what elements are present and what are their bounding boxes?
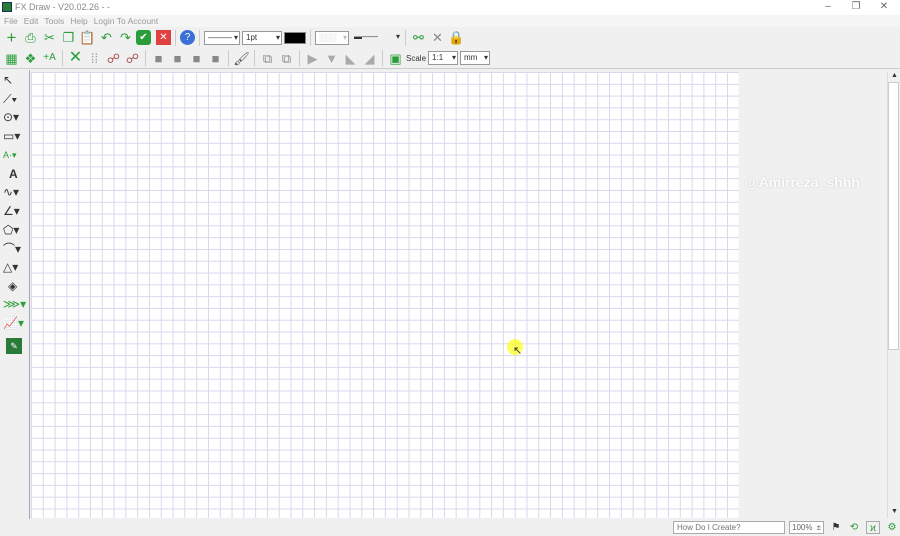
divider	[382, 50, 383, 66]
zoom-field[interactable]: 100% ±	[789, 521, 824, 534]
send-backward-icon[interactable]: ■	[188, 50, 205, 67]
triangle-tool-icon[interactable]: △▾	[3, 259, 27, 275]
menu-login[interactable]: Login To Account	[94, 15, 159, 27]
redo-icon[interactable]: ↷	[117, 29, 134, 46]
polygon-tool-icon[interactable]: ⬠▾	[3, 222, 27, 238]
menu-bar: File Edit Tools Help Login To Account	[0, 15, 900, 27]
fxsm-icon[interactable]: ✎	[6, 338, 22, 354]
label-icon[interactable]: +A	[41, 50, 58, 67]
flip-icon[interactable]: ◣	[342, 50, 359, 67]
window-title: FX Draw - V20.02.26 - -	[15, 2, 111, 12]
unit-dropdown[interactable]: mm	[460, 51, 491, 65]
divider	[254, 50, 255, 66]
link-icon[interactable]: ⚯	[410, 29, 427, 46]
flag-icon[interactable]: ⚑	[829, 521, 843, 534]
print-icon[interactable]: ⎙	[22, 29, 39, 46]
drawing-canvas[interactable]	[31, 72, 739, 518]
point-label-tool-icon[interactable]: A·▾	[3, 147, 27, 163]
divider	[299, 50, 300, 66]
line-width-dropdown[interactable]: 1pt	[242, 30, 282, 45]
format-painter-icon[interactable]: 🖌	[233, 50, 250, 67]
vector-tool-icon[interactable]: ⋙▾	[3, 296, 27, 312]
text-tool-icon[interactable]: A	[3, 166, 27, 182]
copy-icon[interactable]: ❐	[60, 29, 77, 46]
menu-tools[interactable]: Tools	[44, 15, 64, 27]
menu-edit[interactable]: Edit	[24, 15, 39, 27]
how-do-i-create-input[interactable]	[673, 521, 785, 534]
settings-icon[interactable]: ⚙	[885, 521, 899, 534]
zoom-spinner-icon[interactable]: ±	[817, 522, 823, 533]
zoom-value: 100%	[792, 523, 813, 532]
select-point-icon[interactable]: ☍	[105, 50, 122, 67]
arc-tool-icon[interactable]: ⌒▾	[3, 240, 27, 256]
lock-icon[interactable]: 🔒	[448, 29, 465, 46]
divider	[310, 29, 311, 46]
divider	[145, 50, 146, 66]
grid-icon[interactable]: ▦	[3, 50, 20, 67]
close-button[interactable]: ✕	[870, 0, 898, 15]
divider	[405, 29, 406, 46]
title-bar: FX Draw - V20.02.26 - - – ❐ ✕	[0, 0, 900, 15]
dots-grid-icon[interactable]: ⁞⁞	[86, 50, 103, 67]
line-style-dropdown[interactable]: ———	[204, 30, 240, 45]
bring-front-icon[interactable]: ■	[150, 50, 167, 67]
help-icon[interactable]: ?	[180, 30, 195, 45]
cut-icon[interactable]: ✂	[41, 29, 58, 46]
rotate-icon[interactable]: ◢	[361, 50, 378, 67]
snap-grid-icon[interactable]: ❖	[22, 50, 39, 67]
divider	[199, 29, 200, 46]
mouse-cursor-highlight: ↖	[507, 339, 523, 357]
graph-tool-icon[interactable]: 📈▾	[3, 315, 27, 331]
scale-label: Scale	[406, 53, 427, 63]
cursor-icon: ↖	[513, 345, 523, 357]
rectangle-tool-icon[interactable]: ▭▾	[3, 128, 27, 144]
line-color-swatch[interactable]	[284, 31, 306, 44]
main-toolbar: + ⎙ ✂ ❐ 📋 ↶ ↷ ✔ ✕ ? ——— 1pt ░░░ ▬—— ⚯ ✕ …	[0, 27, 900, 48]
undo-icon[interactable]: ↶	[98, 29, 115, 46]
scroll-down-icon[interactable]: ▼	[891, 508, 898, 515]
curve-tool-icon[interactable]: ∿▾	[3, 184, 27, 200]
send-back-icon[interactable]: ■	[207, 50, 224, 67]
pointer-icon[interactable]: ↖	[3, 72, 27, 88]
circle-tool-icon[interactable]: ⊙▾	[3, 109, 27, 125]
minimize-button[interactable]: –	[814, 0, 842, 15]
history-icon[interactable]: ⟲	[847, 521, 861, 534]
paste-icon[interactable]: 📋	[79, 29, 96, 46]
fill-pattern-dropdown[interactable]: ░░░	[315, 30, 349, 45]
scroll-up-icon[interactable]: ▲	[891, 72, 898, 79]
fit-page-icon[interactable]: ▣	[387, 50, 404, 67]
unlink-icon[interactable]: ✕	[429, 29, 446, 46]
scrollbar-thumb[interactable]	[888, 82, 899, 350]
restore-button[interactable]: ❐	[842, 0, 870, 15]
bring-forward-icon[interactable]: ■	[169, 50, 186, 67]
app-logo-icon	[2, 2, 12, 12]
angle-tool-icon[interactable]: ∠▾	[3, 203, 27, 219]
tool-palette: ↖ ⟋▾ ⊙▾ ▭▾ A·▾ A ∿▾ ∠▾ ⬠▾ ⌒▾ △▾ ◈ ⋙▾ 📈▾ …	[0, 70, 30, 520]
arrow-style-dropdown[interactable]: ▬——	[351, 31, 401, 45]
menu-help[interactable]: Help	[70, 15, 87, 27]
line-tool-icon[interactable]: ⟋▾	[3, 91, 27, 107]
scale-input[interactable]: 1:1	[428, 51, 459, 65]
format-toolbar: ▦ ❖ +A ✕ ⁞⁞ ☍ ☍ ■ ■ ■ ■ 🖌 ⧉ ⧉ ▶ ▼ ◣ ◢ ▣ …	[0, 48, 900, 69]
align-top-icon[interactable]: ▼	[323, 50, 340, 67]
graph-mode-icon[interactable]: ϰ	[866, 521, 880, 534]
divider	[228, 50, 229, 66]
menu-file[interactable]: File	[4, 15, 18, 27]
delete-icon[interactable]: ✕	[67, 50, 84, 67]
accept-icon[interactable]: ✔	[136, 30, 151, 45]
fill-tool-icon[interactable]: ◈	[3, 278, 27, 294]
canvas-margin	[739, 72, 887, 518]
select-multi-icon[interactable]: ☍	[124, 50, 141, 67]
cancel-icon[interactable]: ✕	[156, 30, 171, 45]
ungroup-icon[interactable]: ⧉	[278, 50, 295, 67]
group-icon[interactable]: ⧉	[259, 50, 276, 67]
new-icon[interactable]: +	[3, 29, 20, 46]
watermark: @Amirreza_shhh	[745, 174, 860, 190]
divider	[62, 50, 63, 66]
divider	[175, 29, 176, 46]
align-left-icon[interactable]: ▶	[304, 50, 321, 67]
